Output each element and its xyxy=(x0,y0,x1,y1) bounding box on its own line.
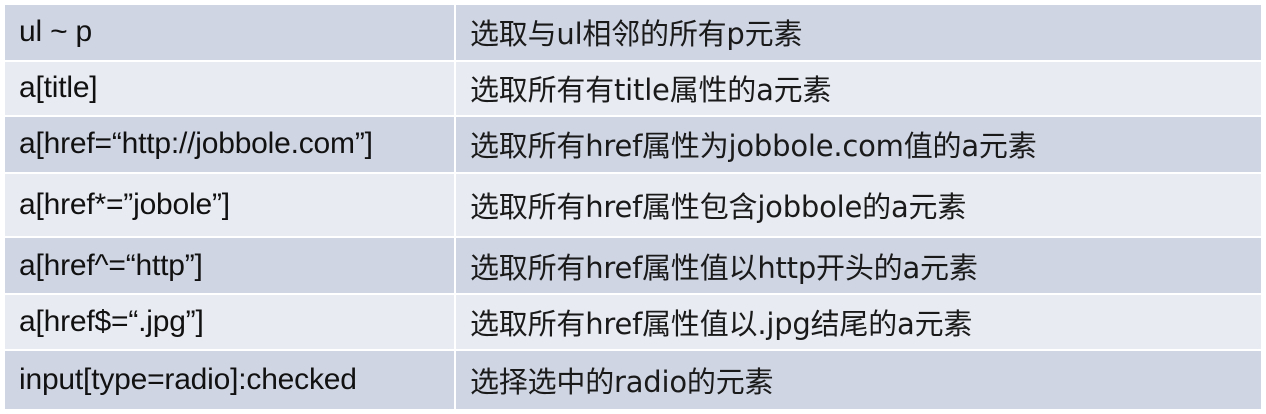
css-selector-table: ul ~ p 选取与ul相邻的所有p元素 a[title] 选取所有有title… xyxy=(2,2,1264,412)
table-row: input[type=radio]:checked 选择选中的radio的元素 xyxy=(3,349,1263,411)
selector-cell: a[href$=“.jpg”] xyxy=(3,292,456,352)
selector-cell: a[href^=“http”] xyxy=(3,236,456,295)
description-cell: 选取所有href属性为jobbole.com值的a元素 xyxy=(454,115,1263,174)
description-cell: 选取所有href属性包含jobbole的a元素 xyxy=(454,171,1263,239)
description-cell: 选取与ul相邻的所有p元素 xyxy=(454,3,1263,62)
table-row: ul ~ p 选取与ul相邻的所有p元素 xyxy=(3,3,1263,62)
selector-table: ul ~ p 选取与ul相邻的所有p元素 a[title] 选取所有有title… xyxy=(3,3,1263,411)
description-cell: 选取所有href属性值以http开头的a元素 xyxy=(454,236,1263,295)
table-row: a[href^=“http”] 选取所有href属性值以http开头的a元素 xyxy=(3,236,1263,295)
selector-cell: ul ~ p xyxy=(3,3,456,62)
description-cell: 选择选中的radio的元素 xyxy=(454,349,1263,411)
selector-cell: a[href=“http://jobbole.com”] xyxy=(3,115,456,174)
selector-cell: a[title] xyxy=(3,59,456,118)
table-row: a[href*=”jobole”] 选取所有href属性包含jobbole的a元… xyxy=(3,171,1263,239)
description-cell: 选取所有href属性值以.jpg结尾的a元素 xyxy=(454,292,1263,352)
table-row: a[href$=“.jpg”] 选取所有href属性值以.jpg结尾的a元素 xyxy=(3,292,1263,352)
table-row: a[title] 选取所有有title属性的a元素 xyxy=(3,59,1263,118)
selector-cell: a[href*=”jobole”] xyxy=(3,171,456,239)
table-row: a[href=“http://jobbole.com”] 选取所有href属性为… xyxy=(3,115,1263,174)
selector-cell: input[type=radio]:checked xyxy=(3,349,456,411)
description-cell: 选取所有有title属性的a元素 xyxy=(454,59,1263,118)
